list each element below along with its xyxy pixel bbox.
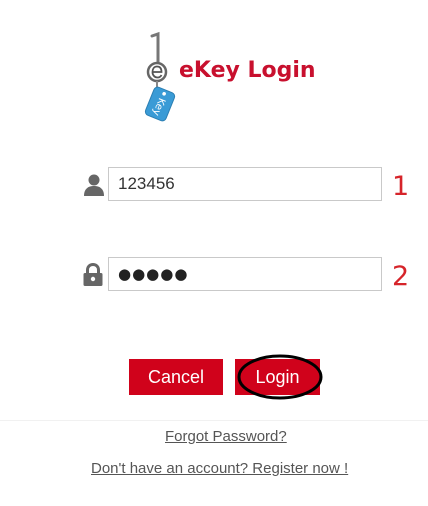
password-input[interactable] [108,257,382,291]
lock-icon [82,262,104,287]
login-button[interactable]: Login [235,359,320,395]
forgot-password-link[interactable]: Forgot Password? [165,428,287,445]
username-input[interactable] [108,167,382,201]
step-number-2: 2 [392,261,410,292]
divider [0,420,428,421]
register-link[interactable]: Don't have an account? Register now ! [91,460,348,477]
step-number-1: 1 [392,171,410,202]
user-icon [83,173,105,197]
cancel-button[interactable]: Cancel [129,359,223,395]
app-title: eKey Login [179,58,316,83]
ekey-logo: Key eKey Login [138,30,338,130]
